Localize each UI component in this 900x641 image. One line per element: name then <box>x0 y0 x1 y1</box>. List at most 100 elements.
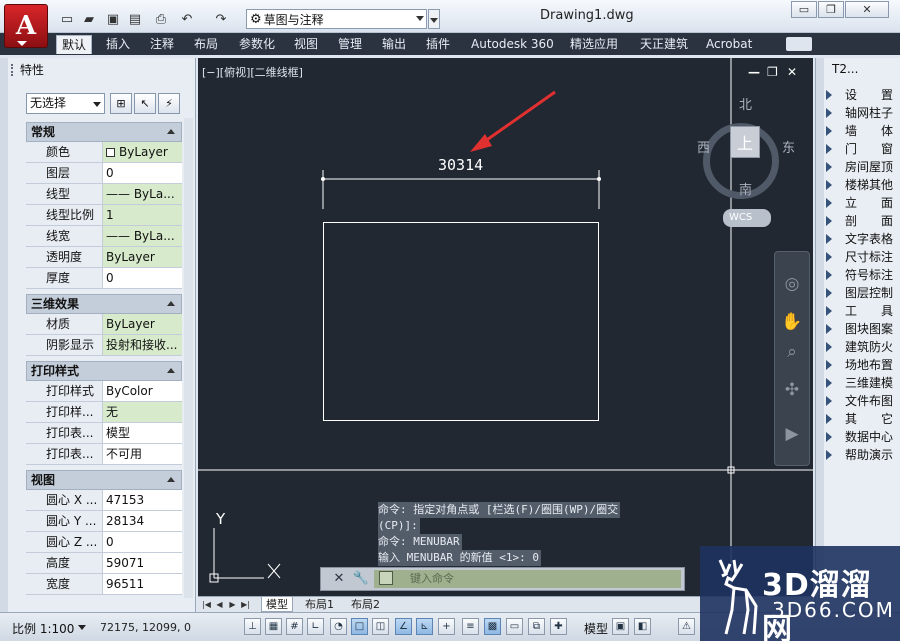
snap-mode-icon[interactable]: ▦ <box>265 618 282 635</box>
property-row[interactable]: 线型比例 1 <box>26 205 182 226</box>
tool-palette-item[interactable]: 建筑防火 <box>826 338 900 356</box>
viewcube-top-face[interactable]: 上 <box>730 126 760 158</box>
property-row[interactable]: 透明度 ByLayer <box>26 247 182 268</box>
tab-tangent-arch[interactable]: 天正建筑 <box>635 35 693 54</box>
property-value[interactable]: 96511 <box>102 574 182 594</box>
property-value[interactable]: 28134 <box>102 511 182 531</box>
tool-palette-item[interactable]: 其 它 <box>826 410 900 428</box>
tool-palette-item[interactable]: 图块图案 <box>826 320 900 338</box>
tool-palette-item[interactable]: 图层控制 <box>826 284 900 302</box>
showmotion-icon[interactable]: ▶ <box>780 422 804 446</box>
tool-palette-item[interactable]: 帮助演示 <box>826 446 900 464</box>
redo-icon[interactable]: ↷ <box>212 10 230 28</box>
tab-plugins[interactable]: 插件 <box>421 35 455 54</box>
section-plot-style[interactable]: 打印样式 <box>26 361 182 381</box>
tool-palette-item[interactable]: 墙 体 <box>826 122 900 140</box>
property-value[interactable]: 0 <box>102 268 182 288</box>
tab-view[interactable]: 视图 <box>289 35 323 54</box>
tab-acrobat[interactable]: Acrobat <box>701 35 757 54</box>
property-row[interactable]: 圆心 X ... 47153 <box>26 490 182 511</box>
tab-layout2[interactable]: 布局2 <box>347 597 384 612</box>
minimize-button[interactable]: ▭ <box>791 1 817 18</box>
tab-featured-apps[interactable]: 精选应用 <box>565 35 623 54</box>
restore-button[interactable]: ❐ <box>818 1 844 18</box>
tab-output[interactable]: 输出 <box>377 35 411 54</box>
property-value[interactable]: 无 <box>102 402 182 422</box>
property-row[interactable]: 厚度 0 <box>26 268 182 289</box>
tab-parametric[interactable]: 参数化 <box>234 35 280 54</box>
property-value[interactable]: 0 <box>102 532 182 552</box>
property-value[interactable]: —— ByLa... <box>102 226 182 246</box>
open-icon[interactable]: ▰ <box>80 10 98 28</box>
tab-autodesk-360[interactable]: Autodesk 360 <box>466 35 559 54</box>
wrench-icon[interactable]: 🔧 <box>352 571 370 588</box>
tab-layout1[interactable]: 布局1 <box>301 597 338 612</box>
property-value[interactable]: 模型 <box>102 423 182 443</box>
compass-east[interactable]: 东 <box>782 137 795 156</box>
toggle-pickadd-icon[interactable]: ⊞ <box>110 93 132 114</box>
property-value[interactable]: ByLayer <box>102 142 182 162</box>
annotation-monitor-icon[interactable]: ✚ <box>550 618 567 635</box>
new-icon[interactable]: ▭ <box>58 10 76 28</box>
property-row[interactable]: 打印样式 ByColor <box>26 381 182 402</box>
tool-palette-item[interactable]: 文件布图 <box>826 392 900 410</box>
tool-palette-item[interactable]: 工 具 <box>826 302 900 320</box>
application-menu-button[interactable]: A <box>4 4 48 48</box>
properties-scrollbar[interactable] <box>184 118 193 598</box>
infer-constraints-icon[interactable]: ⊥ <box>244 618 261 635</box>
selection-select[interactable]: 无选择 <box>26 93 105 114</box>
first-layout-icon[interactable]: |◀ <box>201 599 212 610</box>
model-space-toggle[interactable]: 模型 <box>584 620 608 637</box>
tool-palette-item[interactable]: 符号标注 <box>826 266 900 284</box>
tool-palette-item[interactable]: 剖 面 <box>826 212 900 230</box>
dynamic-input-icon[interactable]: + <box>438 618 455 635</box>
tool-palette-item[interactable]: 数据中心 <box>826 428 900 446</box>
object-snap-icon[interactable]: □ <box>351 618 368 635</box>
quick-select-icon[interactable]: ⚡ <box>158 93 180 114</box>
property-value[interactable]: 不可用 <box>102 444 182 464</box>
property-row[interactable]: 颜色 ByLayer <box>26 142 182 163</box>
property-value[interactable]: ByLayer <box>102 247 182 267</box>
tab-model[interactable]: 模型 <box>261 597 293 612</box>
tool-palette-item[interactable]: 轴网柱子 <box>826 104 900 122</box>
3d-osnap-icon[interactable]: ◫ <box>372 618 389 635</box>
property-row[interactable]: 打印表... 不可用 <box>26 444 182 465</box>
select-objects-icon[interactable]: ↖ <box>134 93 156 114</box>
property-value[interactable]: 47153 <box>102 490 182 510</box>
save-icon[interactable]: ▣ <box>104 10 122 28</box>
tool-palette-item[interactable]: 尺寸标注 <box>826 248 900 266</box>
property-row[interactable]: 阴影显示 投射和接收... <box>26 335 182 356</box>
tool-palette-item[interactable]: 场地布置 <box>826 356 900 374</box>
tool-palette-item[interactable]: 房间屋顶 <box>826 158 900 176</box>
property-row[interactable]: 线宽 —— ByLa... <box>26 226 182 247</box>
zoom-icon[interactable]: ⌕ <box>780 340 804 364</box>
undo-icon[interactable]: ↶ <box>178 10 196 28</box>
section-view[interactable]: 视图 <box>26 470 182 490</box>
tool-palette-item[interactable]: 文字表格 <box>826 230 900 248</box>
property-row[interactable]: 高度 59071 <box>26 553 182 574</box>
ortho-mode-icon[interactable]: ∟ <box>307 618 324 635</box>
next-layout-icon[interactable]: ▶ <box>227 599 238 610</box>
qat-more-button[interactable] <box>428 9 440 29</box>
grid-display-icon[interactable]: # <box>286 618 303 635</box>
annotation-visibility-icon[interactable]: ⚠ <box>678 618 695 635</box>
palette-strip[interactable] <box>0 58 8 612</box>
property-row[interactable]: 圆心 Z ... 0 <box>26 532 182 553</box>
property-row[interactable]: 打印表... 模型 <box>26 423 182 444</box>
transparency-icon[interactable]: ▩ <box>484 618 501 635</box>
tab-default[interactable]: 默认 <box>56 35 93 54</box>
orbit-icon[interactable]: ✣ <box>780 378 804 402</box>
polar-tracking-icon[interactable]: ◔ <box>330 618 347 635</box>
property-value[interactable]: 0 <box>102 163 182 183</box>
tab-annotate[interactable]: 注释 <box>145 35 179 54</box>
tool-palette-item[interactable]: 立 面 <box>826 194 900 212</box>
lineweight-icon[interactable]: ≡ <box>462 618 479 635</box>
property-row[interactable]: 宽度 96511 <box>26 574 182 595</box>
compass-west[interactable]: 西 <box>697 137 710 156</box>
command-prompt-icon[interactable] <box>379 571 393 585</box>
compass-north[interactable]: 北 <box>739 94 752 113</box>
saveas-icon[interactable]: ▤ <box>126 10 144 28</box>
ribbon-minimize-toggle[interactable] <box>786 37 812 51</box>
close-button[interactable]: ✕ <box>845 1 889 18</box>
steering-wheel-icon[interactable]: ◎ <box>780 272 804 296</box>
